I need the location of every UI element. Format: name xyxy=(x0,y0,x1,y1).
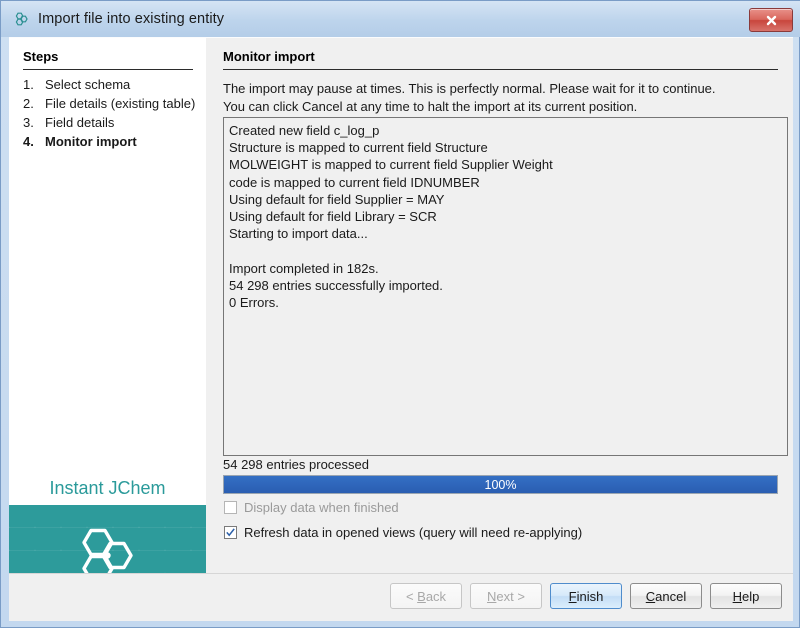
steps-divider xyxy=(23,69,193,70)
hexagon-molecule-logo xyxy=(77,526,139,574)
brand-banner xyxy=(9,505,206,574)
help-button[interactable]: Help xyxy=(710,583,782,609)
steps-heading: Steps xyxy=(23,49,58,64)
step-item-field-details: 3. Field details xyxy=(23,114,199,132)
step-number: 1. xyxy=(23,76,45,94)
step-item-monitor-import: 4. Monitor import xyxy=(23,133,199,151)
cancel-button-label: Cancel xyxy=(646,589,686,604)
step-label: Select schema xyxy=(45,76,199,94)
step-label: File details (existing table) xyxy=(45,95,199,113)
page-title-divider xyxy=(223,69,778,70)
step-label: Monitor import xyxy=(45,133,199,151)
steps-list: 1. Select schema 2. File details (existi… xyxy=(23,76,199,152)
next-button[interactable]: Next > xyxy=(470,583,542,609)
intro-line-1: The import may pause at times. This is p… xyxy=(223,80,783,98)
step-label: Field details xyxy=(45,114,199,132)
wizard-buttons: < Back Next > Finish Cancel Help xyxy=(390,583,782,609)
import-wizard-window: Import file into existing entity Steps 1… xyxy=(0,0,800,628)
step-number: 4. xyxy=(23,133,45,151)
window-title: Import file into existing entity xyxy=(38,11,224,27)
refresh-data-in-opened-views-checkbox[interactable]: Refresh data in opened views (query will… xyxy=(224,525,582,540)
back-button[interactable]: < Back xyxy=(390,583,462,609)
display-data-when-finished-checkbox: Display data when finished xyxy=(224,500,399,515)
import-log-textarea[interactable]: Created new field c_log_p Structure is m… xyxy=(223,117,788,456)
checkbox-box-unchecked xyxy=(224,501,237,514)
step-item-select-schema: 1. Select schema xyxy=(23,76,199,94)
close-icon xyxy=(765,14,778,27)
step-number: 3. xyxy=(23,114,45,132)
checkbox-box-checked[interactable] xyxy=(224,526,237,539)
checkbox-label: Display data when finished xyxy=(244,500,399,515)
next-button-label: Next > xyxy=(487,589,525,604)
jchem-molecule-icon xyxy=(12,10,30,28)
import-progress-bar: 100% xyxy=(223,475,778,494)
steps-panel: Steps 1. Select schema 2. File details (… xyxy=(9,38,206,574)
brand-name: Instant JChem xyxy=(9,478,206,499)
main-panel: Monitor import The import may pause at t… xyxy=(206,38,793,574)
progress-bar-label: 100% xyxy=(224,476,777,493)
back-button-label: < Back xyxy=(406,589,446,604)
intro-text: The import may pause at times. This is p… xyxy=(223,80,783,116)
step-item-file-details: 2. File details (existing table) xyxy=(23,95,199,113)
checkmark-icon xyxy=(225,527,236,538)
button-bar: < Back Next > Finish Cancel Help xyxy=(9,573,793,621)
title-bar: Import file into existing entity xyxy=(1,1,800,37)
page-title: Monitor import xyxy=(223,49,315,64)
dialog-content: Steps 1. Select schema 2. File details (… xyxy=(9,37,793,587)
checkbox-label: Refresh data in opened views (query will… xyxy=(244,525,582,540)
entries-processed-label: 54 298 entries processed xyxy=(223,457,369,472)
intro-line-2: You can click Cancel at any time to halt… xyxy=(223,98,783,116)
finish-button[interactable]: Finish xyxy=(550,583,622,609)
close-button[interactable] xyxy=(749,8,793,32)
finish-button-label: Finish xyxy=(569,589,604,604)
cancel-button[interactable]: Cancel xyxy=(630,583,702,609)
help-button-label: Help xyxy=(733,589,760,604)
step-number: 2. xyxy=(23,95,45,113)
